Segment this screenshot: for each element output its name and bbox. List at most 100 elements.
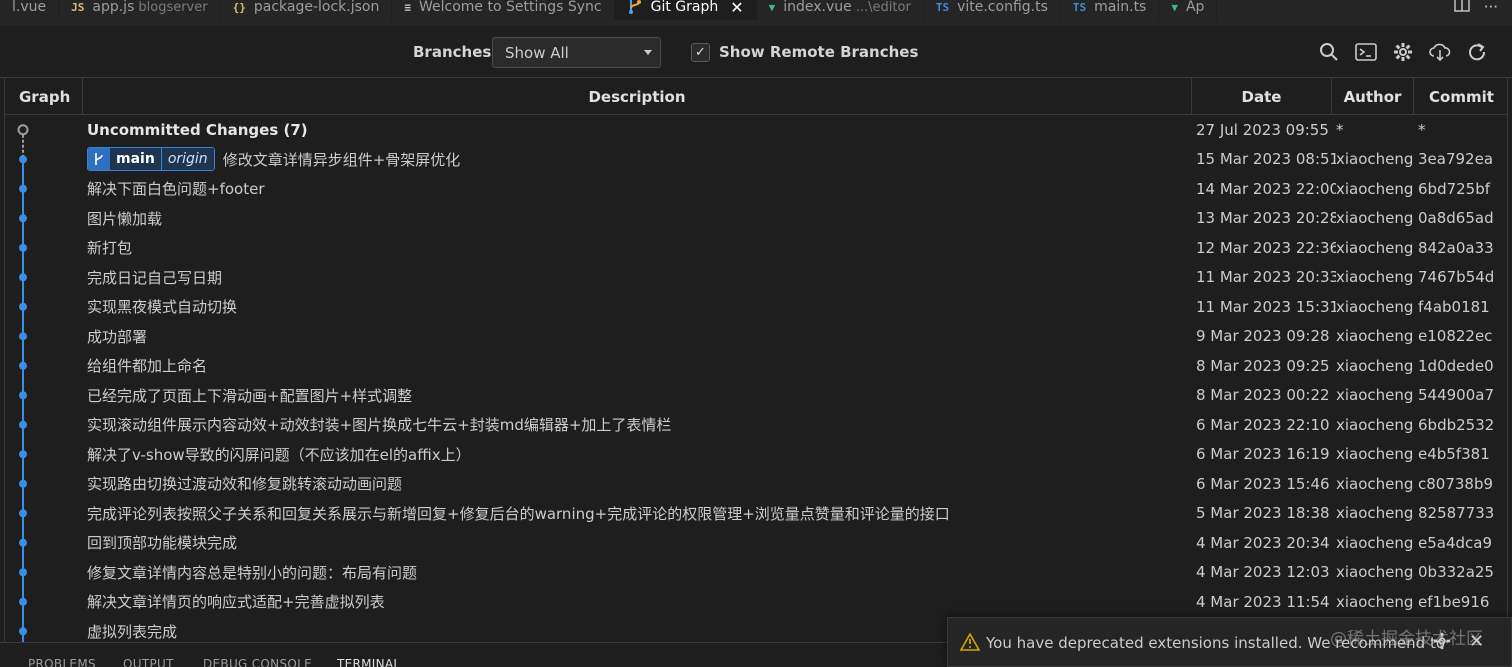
commit-date: 4 Mar 2023 11:54 [1196, 592, 1330, 611]
commit-date: 13 Mar 2023 20:28 [1196, 209, 1336, 228]
commit-date: 5 Mar 2023 18:38 [1196, 504, 1330, 523]
show-remote-branches-checkbox[interactable]: ✓ [691, 43, 710, 62]
commit-description: 完成日记自己写日期 [87, 268, 223, 287]
more-actions-icon[interactable]: ··· [1484, 0, 1498, 16]
table-row[interactable]: 回到顶部功能模块完成 4 Mar 2023 20:34 xiaocheng e5a4d… [5, 528, 1507, 558]
table-row[interactable]: 给组件都加上命名 8 Mar 2023 09:25 xiaocheng 1d0dede… [5, 351, 1507, 381]
panel-tab-output[interactable]: OUTPUT [123, 657, 174, 667]
column-header-author[interactable]: Author [1332, 78, 1414, 115]
terminal-icon[interactable] [1355, 41, 1377, 63]
branches-label: Branches: [413, 43, 498, 61]
commit-description: 已经完成了页面上下滑动画+配置图片+样式调整 [87, 386, 413, 405]
commit-description: 完成评论列表按照父子关系和回复关系展示与新增回复+修复后台的warning+完成… [87, 504, 950, 523]
tab-3[interactable]: ≡ Welcome to Settings Sync [392, 0, 615, 20]
table-row[interactable]: 完成日记自己写日期 11 Mar 2023 20:33 xiaocheng 7467b… [5, 263, 1507, 293]
commit-description: 解决文章详情页的响应式适配+完善虚拟列表 [87, 593, 385, 612]
commit-date: 6 Mar 2023 22:10 [1196, 415, 1330, 434]
editor-tab-bar: l.vue JS app.js blogserver {} package-lock.js… [0, 0, 1512, 26]
commit-hash: e5a4dca9 [1418, 533, 1493, 552]
commit-description: 实现滚动组件展示内容动效+动效封装+图片换成七牛云+封装md编辑器+加上了表情栏 [87, 416, 672, 435]
commit-author: * [1336, 120, 1344, 139]
tab-label: Welcome to Settings Sync [418, 0, 602, 15]
tab-label: Git Graph [650, 0, 719, 15]
branch-ref-label[interactable]: main origin [87, 147, 215, 172]
show-remote-branches-label[interactable]: Show Remote Branches [719, 43, 918, 61]
refresh-icon[interactable] [1466, 41, 1488, 63]
tab-description: ...\editor [855, 0, 911, 15]
gear-icon[interactable] [1392, 41, 1414, 63]
ts-icon: TS [935, 0, 950, 14]
tab-0[interactable]: l.vue [0, 0, 60, 20]
table-row[interactable]: 成功部署 9 Mar 2023 09:28 xiaocheng e10822ec [5, 322, 1507, 352]
commit-date: 27 Jul 2023 09:55 [1196, 120, 1329, 139]
table-row[interactable]: 解决了v-show导致的闪屏问题（不应该加在el的affix上） 6 Mar 20… [5, 440, 1507, 470]
commit-author: xiaocheng [1336, 297, 1414, 316]
column-header-date[interactable]: Date [1192, 78, 1332, 115]
uncommitted-changes-row[interactable]: Uncommitted Changes (7) 27 Jul 2023 09:5… [5, 115, 1507, 145]
git-graph-icon [627, 0, 643, 17]
table-row[interactable]: 完成评论列表按照父子关系和回复关系展示与新增回复+修复后台的warning+完成… [5, 499, 1507, 529]
commit-author: xiaocheng [1336, 150, 1414, 169]
table-row[interactable]: 新打包 12 Mar 2023 22:36 xiaocheng 842a0a33 [5, 233, 1507, 263]
table-row[interactable]: 已经完成了页面上下滑动画+配置图片+样式调整 8 Mar 2023 00:22 xi… [5, 381, 1507, 411]
commit-date: 6 Mar 2023 16:19 [1196, 445, 1330, 464]
commit-table: Graph Description Date Author Commit Unc… [4, 78, 1508, 642]
table-row[interactable]: 解决文章详情页的响应式适配+完善虚拟列表 4 Mar 2023 11:54 xiao… [5, 587, 1507, 617]
branches-select[interactable]: Show All [492, 37, 661, 68]
commit-hash: f4ab0181 [1418, 297, 1490, 316]
panel-tab-debug-console[interactable]: DEBUG CONSOLE [203, 657, 312, 667]
close-icon[interactable]: ✕ [730, 0, 743, 17]
column-header-description[interactable]: Description [83, 78, 1192, 115]
commit-date: 4 Mar 2023 20:34 [1196, 533, 1330, 552]
commit-hash: 6bd725bf [1418, 179, 1491, 198]
tab-label: vite.config.ts [957, 0, 1048, 15]
table-row[interactable]: 图片懒加载 13 Mar 2023 20:28 xiaocheng 0a8d65ad [5, 204, 1507, 234]
tab-label: main.ts [1094, 0, 1147, 15]
tab-label: index.vue [783, 0, 852, 15]
editor-actions: ··· [1445, 0, 1512, 20]
commit-hash: 7467b54d [1418, 268, 1495, 287]
cloud-download-icon[interactable] [1429, 41, 1451, 63]
commit-description: 修复文章详情内容总是特别小的问题：布局有问题 [87, 563, 418, 582]
commit-date: 12 Mar 2023 22:36 [1196, 238, 1336, 257]
commit-description: 解决下面白色问题+footer [87, 180, 265, 199]
tab-1[interactable]: JS app.js blogserver [59, 0, 221, 20]
commit-hash: 0b332a25 [1418, 563, 1494, 582]
tab-4[interactable]: Git Graph ✕ [614, 0, 757, 20]
search-icon[interactable] [1318, 41, 1340, 63]
commit-hash: 3ea792ea [1418, 150, 1494, 169]
table-row[interactable]: 实现滚动组件展示内容动效+动效封装+图片换成七牛云+封装md编辑器+加上了表情栏… [5, 410, 1507, 440]
tab-2[interactable]: {} package-lock.json [221, 0, 393, 20]
panel-tab-terminal[interactable]: TERMINAL [337, 657, 400, 667]
commit-hash: 0a8d65ad [1418, 209, 1494, 228]
chevron-down-icon [644, 50, 652, 55]
commit-author: xiaocheng [1336, 386, 1414, 405]
commit-description: 实现黑夜模式自动切换 [87, 298, 238, 317]
commit-hash: 82587733 [1418, 504, 1495, 523]
table-row[interactable]: 解决下面白色问题+footer 14 Mar 2023 22:00 xiaochen… [5, 174, 1507, 204]
commit-hash: 6bdb2532 [1418, 415, 1495, 434]
table-row[interactable]: 实现黑夜模式自动切换 11 Mar 2023 15:31 xiaocheng f4ab… [5, 292, 1507, 322]
tab-label: Ap [1185, 0, 1205, 15]
warning-icon [959, 632, 981, 655]
column-header-graph[interactable]: Graph [5, 78, 83, 115]
commit-author: xiaocheng [1336, 268, 1414, 287]
commit-description: 实现路由切换过渡动效和修复跳转滚动动画问题 [87, 475, 403, 494]
checkmark-icon: ✓ [695, 45, 706, 60]
split-editor-icon[interactable] [1453, 0, 1470, 17]
table-row[interactable]: 修复文章详情内容总是特别小的问题：布局有问题 4 Mar 2023 12:03 xi… [5, 558, 1507, 588]
tab-7[interactable]: TS main.ts [1061, 0, 1160, 20]
table-row[interactable]: 实现路由切换过渡动效和修复跳转滚动动画问题 6 Mar 2023 15:46 xia… [5, 469, 1507, 499]
tab-6[interactable]: TS vite.config.ts [924, 0, 1061, 20]
tab-8[interactable]: ▼ Ap [1159, 0, 1218, 20]
panel-tab-problems[interactable]: PROBLEMS [28, 657, 96, 667]
table-row[interactable]: main origin 修改文章详情异步组件+骨架屏优化 15 Mar 2023 08… [5, 145, 1507, 175]
commit-author: xiaocheng [1336, 179, 1414, 198]
column-header-commit[interactable]: Commit [1414, 78, 1507, 115]
commit-date: 8 Mar 2023 09:25 [1196, 356, 1330, 375]
commit-hash: ef1be916 [1418, 592, 1490, 611]
commit-description: 解决了v-show导致的闪屏问题（不应该加在el的affix上） [87, 445, 471, 464]
remote-name: origin [161, 148, 214, 171]
tab-5[interactable]: ▼ index.vue ...\editor [757, 0, 924, 20]
git-graph-controls: Branches: Show All ✓ Show Remote Branche… [0, 26, 1512, 78]
